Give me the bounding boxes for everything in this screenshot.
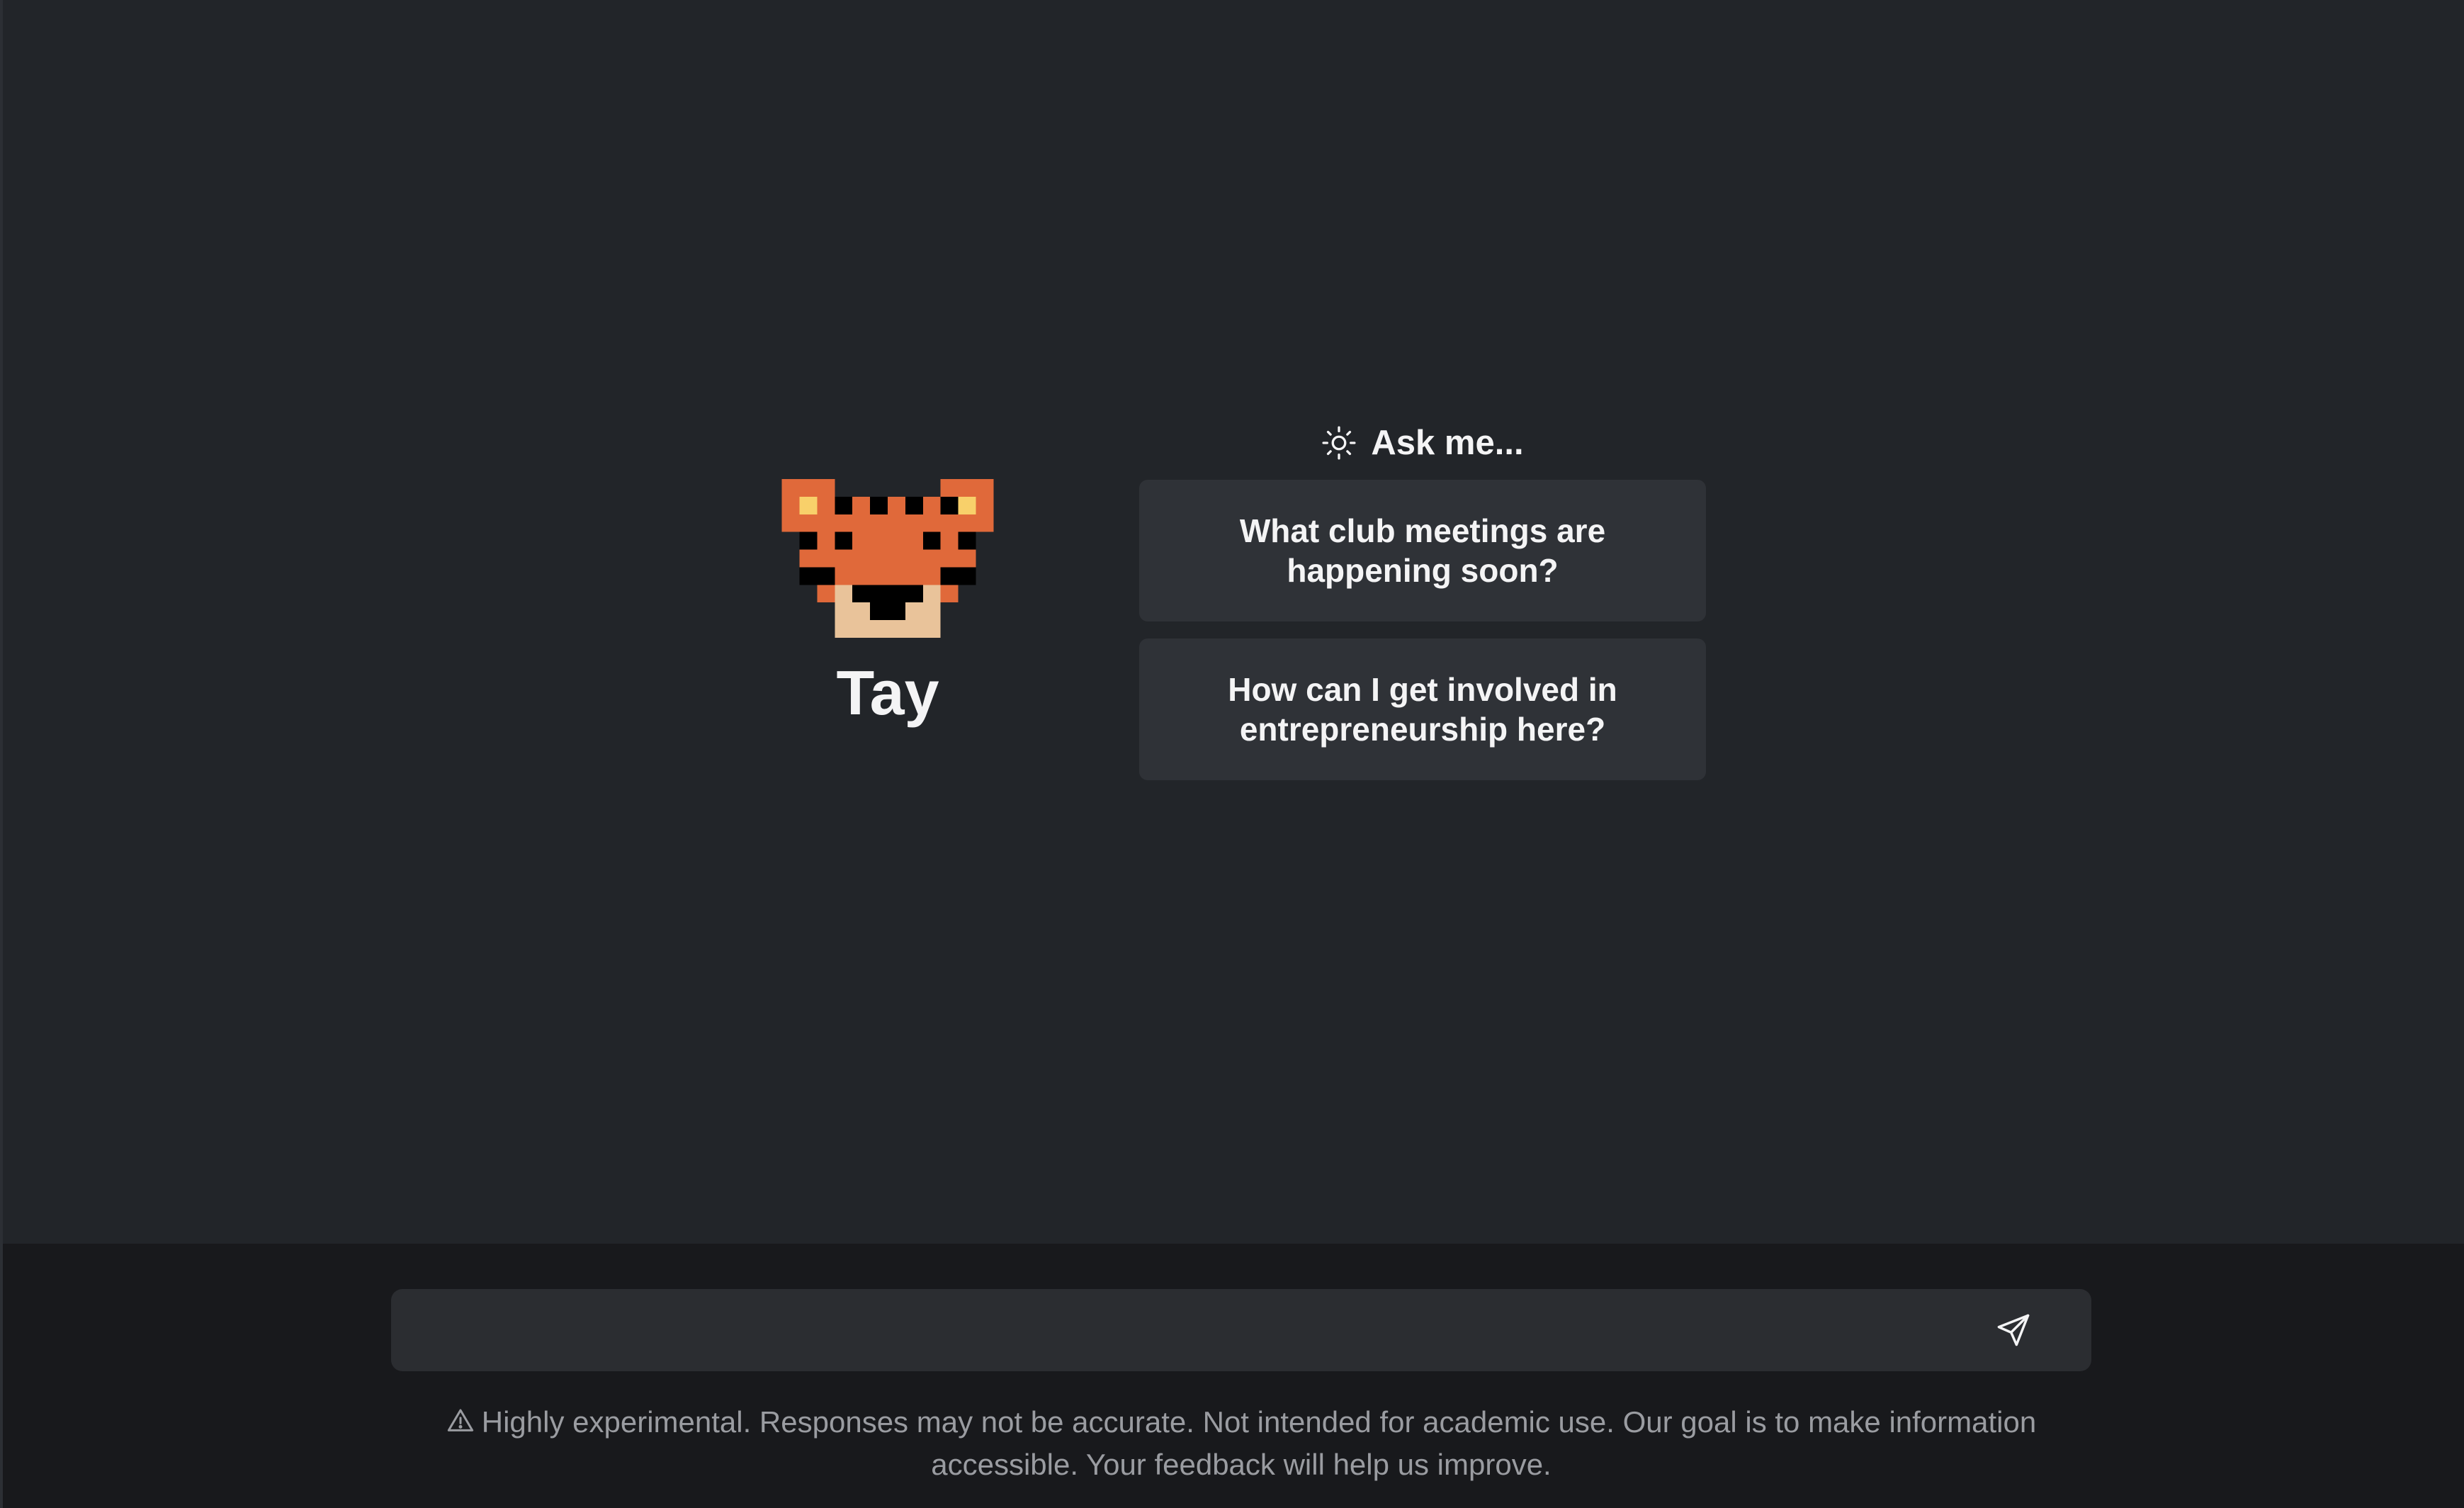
disclaimer-text: Highly experimental. Responses may not b… (428, 1401, 2055, 1486)
pixel-tiger-icon (781, 479, 994, 638)
chat-welcome-area: Tay Ask me... What club meetings are hap… (3, 0, 2464, 1244)
warning-icon (446, 1407, 475, 1435)
ask-me-label: Ask me... (1371, 424, 1524, 462)
sun-icon (1321, 425, 1357, 461)
suggestion-entrepreneurship[interactable]: How can I get involved in entrepreneursh… (1139, 638, 1706, 780)
disclaimer-message: Highly experimental. Responses may not b… (481, 1405, 2037, 1481)
message-input[interactable] (419, 1289, 2002, 1373)
send-button[interactable] (1992, 1309, 2035, 1351)
send-icon (1995, 1312, 2032, 1349)
ask-me-heading: Ask me... (1139, 418, 1706, 468)
assistant-name: Tay (836, 658, 939, 728)
suggestion-club-meetings[interactable]: What club meetings are happening soon? (1139, 480, 1706, 621)
message-composer (391, 1289, 2091, 1373)
chat-footer: Highly experimental. Responses may not b… (3, 1244, 2464, 1508)
chat-app: Tay Ask me... What club meetings are hap… (0, 0, 2464, 1508)
